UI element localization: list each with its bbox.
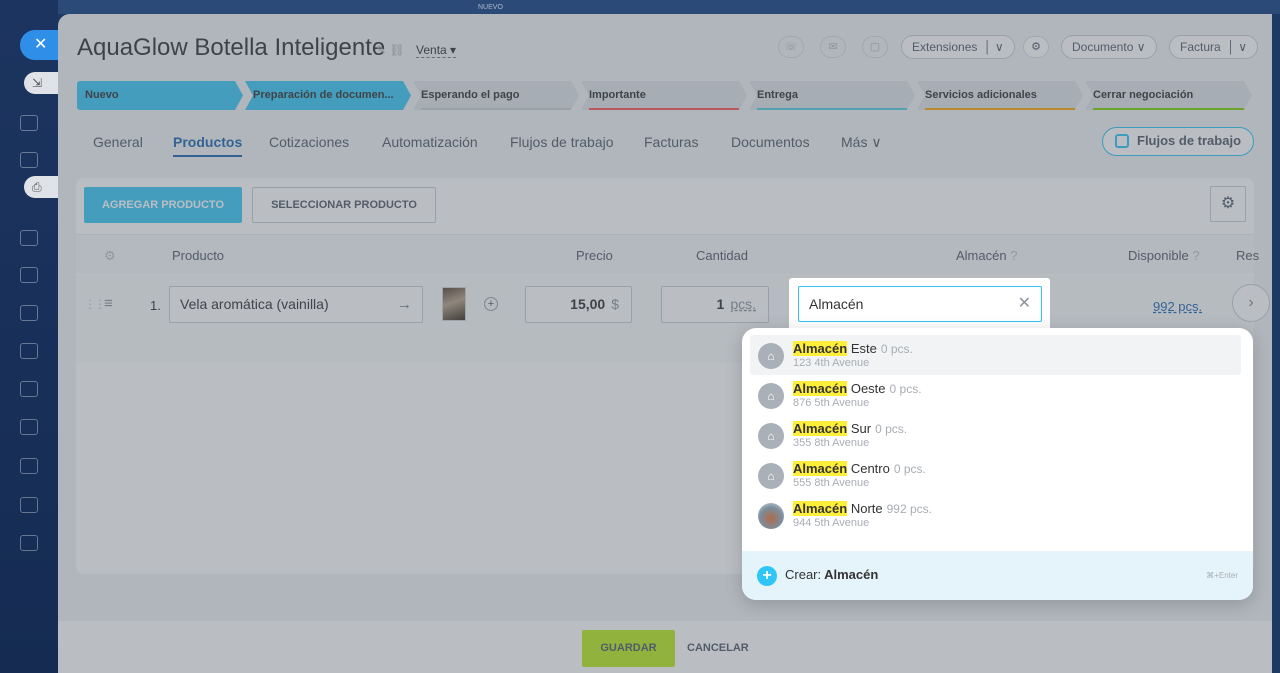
match-highlight: Almacén (793, 461, 848, 476)
copy-icon[interactable] (20, 115, 38, 131)
warehouse-name: Oeste (850, 381, 886, 396)
match-highlight: Almacén (793, 421, 848, 436)
warehouse-count: 0 pcs. (880, 342, 913, 356)
close-slider-button[interactable]: ✕ (20, 30, 60, 60)
warehouse-option-title: Almacén Centro 0 pcs. (793, 461, 926, 476)
match-highlight: Almacén (793, 501, 848, 516)
top-strip: NUEVO (58, 0, 1280, 14)
warehouse-option-title: Almacén Oeste 0 pcs. (793, 381, 922, 396)
warehouse-address: 944 5th Avenue (793, 517, 870, 529)
calendar-icon[interactable] (20, 230, 38, 246)
warehouse-option-este[interactable]: ⌂ Almacén Este 0 pcs. 123 4th Avenue (750, 335, 1241, 375)
warehouse-search-input[interactable]: Almacén ✕ (798, 286, 1042, 322)
warehouse-option-sur[interactable]: ⌂ Almacén Sur 0 pcs. 355 8th Avenue (750, 415, 1241, 455)
warehouse-name: Sur (850, 421, 872, 436)
warehouse-dropdown: ⌂ Almacén Este 0 pcs. 123 4th Avenue ⌂ Al… (742, 328, 1253, 600)
match-highlight: Almacén (793, 341, 848, 356)
warehouse-name: Norte (850, 501, 883, 516)
file-icon[interactable] (20, 267, 38, 283)
create-prefix: Crear: (785, 567, 822, 582)
warehouse-search-value: Almacén (809, 296, 864, 312)
warehouse-icon: ⌂ (758, 423, 784, 449)
warehouse-address: 555 8th Avenue (793, 477, 870, 489)
warehouse-address: 355 8th Avenue (793, 437, 870, 449)
warehouse-count: 0 pcs. (889, 382, 922, 396)
chat-icon[interactable] (20, 305, 38, 321)
plus-icon: + (757, 566, 777, 586)
warehouse-photo-icon (758, 503, 784, 529)
minimize-slider-button[interactable]: ⇲ (24, 72, 58, 94)
filter-icon[interactable] (20, 497, 38, 513)
warehouse-option-title: Almacén Este 0 pcs. (793, 341, 913, 356)
warehouse-option-norte[interactable]: Almacén Norte 992 pcs. 944 5th Avenue (750, 495, 1241, 535)
mail-icon[interactable] (20, 381, 38, 397)
left-sidebar: ✕ ⇲ ⎙ (0, 0, 60, 673)
warehouse-name: Este (850, 341, 877, 356)
warehouse-option-oeste[interactable]: ⌂ Almacén Oeste 0 pcs. 876 5th Avenue (750, 375, 1241, 415)
top-strip-label: NUEVO (478, 4, 503, 11)
warehouse-option-centro[interactable]: ⌂ Almacén Centro 0 pcs. 555 8th Avenue (750, 455, 1241, 495)
warehouse-icon: ⌂ (758, 383, 784, 409)
print-button[interactable]: ⎙ (24, 176, 58, 198)
warehouse-count: 992 pcs. (886, 502, 932, 516)
create-label: Crear: Almacén (785, 567, 878, 582)
warehouse-icon: ⌂ (758, 343, 784, 369)
warehouse-address: 876 5th Avenue (793, 397, 870, 409)
tasks-icon[interactable] (20, 458, 38, 474)
warehouse-count: 0 pcs. (875, 422, 908, 436)
warehouse-name: Centro (850, 461, 890, 476)
keyboard-shortcut-hint: ⌘+Enter (1206, 571, 1238, 580)
create-warehouse-option[interactable]: + Crear: Almacén ⌘+Enter (742, 551, 1253, 600)
warehouse-count: 0 pcs. (893, 462, 926, 476)
document-icon[interactable] (20, 152, 38, 168)
contacts-icon[interactable] (20, 419, 38, 435)
match-highlight: Almacén (793, 381, 848, 396)
clear-icon[interactable]: ✕ (1018, 287, 1031, 321)
create-value: Almacén (824, 567, 879, 582)
warehouse-search-container: Almacén ✕ (789, 278, 1050, 333)
warehouse-option-title: Almacén Sur 0 pcs. (793, 421, 907, 436)
users-icon[interactable] (20, 535, 38, 551)
warehouse-icon: ⌂ (758, 463, 784, 489)
warehouse-address: 123 4th Avenue (793, 357, 870, 369)
warehouse-option-title: Almacén Norte 992 pcs. (793, 501, 932, 516)
card-icon[interactable] (20, 343, 38, 359)
